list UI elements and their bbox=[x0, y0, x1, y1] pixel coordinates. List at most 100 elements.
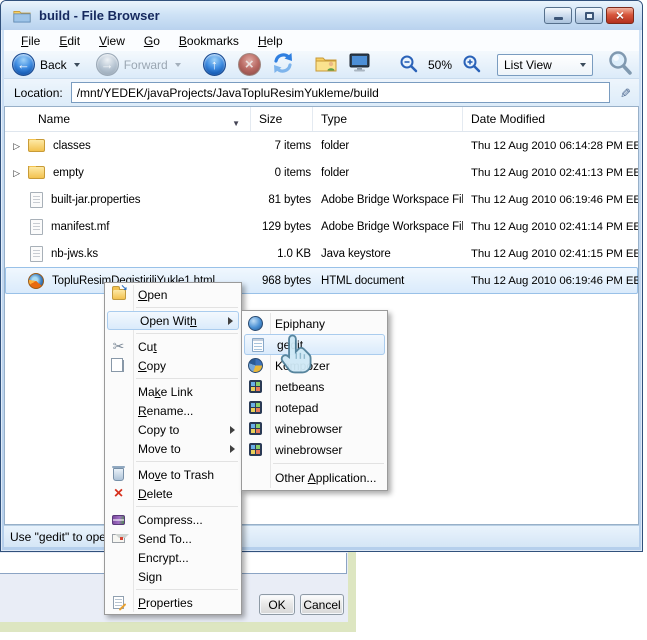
submenu-arrow-icon bbox=[228, 316, 233, 325]
back-button[interactable]: Back bbox=[12, 53, 80, 76]
menu-separator bbox=[136, 589, 238, 590]
label-mnemonic: H bbox=[257, 33, 267, 48]
ok-button[interactable]: OK bbox=[259, 594, 295, 615]
location-bar: Location: bbox=[4, 79, 639, 106]
search-icon bbox=[609, 51, 632, 75]
cancel-button[interactable]: Cancel bbox=[300, 594, 344, 615]
menu-help[interactable]: Help bbox=[249, 32, 293, 50]
label-text: opy bbox=[146, 358, 167, 373]
label-text: Epiphany bbox=[275, 316, 326, 331]
forward-dropdown-icon[interactable] bbox=[174, 62, 181, 67]
file-modified: Thu 12 Aug 2010 02:41:13 PM EEST bbox=[471, 166, 638, 179]
table-row[interactable]: nb-jws.ks 1.0 KB Java keystore Thu 12 Au… bbox=[5, 240, 638, 267]
label-mnemonic: h bbox=[190, 313, 197, 328]
computer-button[interactable] bbox=[349, 53, 373, 76]
menu-item-sign[interactable]: Sign bbox=[105, 567, 241, 586]
window-title: build - File Browser bbox=[39, 8, 160, 23]
title-bar[interactable]: build - File Browser bbox=[1, 1, 642, 30]
file-modified: Thu 12 Aug 2010 02:41:15 PM EEST bbox=[471, 247, 638, 260]
label-text: Cu bbox=[138, 339, 154, 354]
column-header-type[interactable]: Type bbox=[313, 107, 463, 131]
menu-item-copy-to[interactable]: Copy to bbox=[105, 420, 241, 439]
menu-item-delete[interactable]: Delete bbox=[105, 484, 241, 503]
back-dropdown-icon[interactable] bbox=[73, 62, 80, 67]
table-row[interactable]: manifest.mf 129 bytes Adobe Bridge Works… bbox=[5, 213, 638, 240]
delete-icon bbox=[114, 486, 123, 502]
refresh-button[interactable] bbox=[271, 52, 295, 77]
label-text: Other bbox=[275, 470, 308, 485]
file-name: built-jar.properties bbox=[51, 193, 141, 206]
zoom-out-button[interactable] bbox=[399, 54, 418, 76]
menu-item-notepad[interactable]: notepad bbox=[242, 397, 387, 418]
maximize-button[interactable] bbox=[575, 7, 603, 24]
forward-label: Forward bbox=[123, 57, 168, 72]
menu-item-open-with[interactable]: Open With bbox=[107, 311, 239, 330]
menu-item-winebrowser[interactable]: winebrowser bbox=[242, 439, 387, 460]
home-button[interactable] bbox=[315, 54, 337, 75]
label-text: Compress... bbox=[138, 512, 203, 527]
context-menu: Open Open With Cut Copy Make Link Rename… bbox=[104, 282, 242, 615]
label-mnemonic: B bbox=[178, 33, 187, 48]
menu-separator bbox=[136, 307, 238, 308]
close-button[interactable] bbox=[606, 7, 634, 24]
menu-item-encrypt[interactable]: Encrypt... bbox=[105, 548, 241, 567]
label-text: Ma bbox=[138, 384, 155, 399]
menu-item-rename[interactable]: Rename... bbox=[105, 401, 241, 420]
stop-button[interactable] bbox=[237, 53, 261, 76]
open-icon bbox=[111, 283, 128, 300]
label-text: ile bbox=[28, 33, 41, 48]
up-button[interactable] bbox=[202, 53, 226, 76]
label-text: iew bbox=[106, 33, 125, 48]
menu-go[interactable]: Go bbox=[135, 32, 170, 50]
menu-item-kompozer[interactable]: Kompozer bbox=[242, 355, 387, 376]
view-mode-select[interactable]: List View bbox=[497, 53, 593, 76]
location-edit-icon[interactable] bbox=[615, 83, 633, 103]
wine-app-icon bbox=[249, 422, 262, 435]
menu-item-epiphany[interactable]: Epiphany bbox=[242, 313, 387, 334]
status-text: Use "gedit" to open bbox=[10, 529, 113, 544]
menu-view[interactable]: View bbox=[90, 32, 135, 50]
location-input[interactable] bbox=[70, 82, 610, 103]
menu-item-move-to-trash[interactable]: Move to Trash bbox=[105, 465, 241, 484]
menu-item-copy[interactable]: Copy bbox=[105, 356, 241, 375]
menu-bookmarks[interactable]: Bookmarks bbox=[170, 32, 249, 50]
expander-icon[interactable] bbox=[9, 167, 24, 179]
table-row[interactable]: classes 7 items folder Thu 12 Aug 2010 0… bbox=[5, 132, 638, 159]
wine-app-icon bbox=[249, 443, 262, 456]
computer-icon bbox=[349, 53, 370, 72]
menu-edit[interactable]: Edit bbox=[50, 32, 90, 50]
expander-icon[interactable] bbox=[9, 140, 24, 152]
menu-item-netbeans[interactable]: netbeans bbox=[242, 376, 387, 397]
label-text: pen bbox=[147, 287, 168, 302]
menu-item-other-application[interactable]: Other Application... bbox=[242, 467, 387, 488]
menu-item-gedit[interactable]: gedit bbox=[244, 334, 385, 355]
menu-separator bbox=[136, 378, 238, 379]
gedit-icon bbox=[251, 337, 264, 352]
file-type: folder bbox=[321, 166, 350, 179]
menu-file[interactable]: File bbox=[12, 32, 50, 50]
menu-item-cut[interactable]: Cut bbox=[105, 337, 241, 356]
menu-item-make-link[interactable]: Make Link bbox=[105, 382, 241, 401]
file-size: 0 items bbox=[274, 166, 311, 179]
search-button[interactable] bbox=[607, 50, 633, 79]
zoom-out-icon bbox=[400, 55, 418, 72]
table-row[interactable]: empty 0 items folder Thu 12 Aug 2010 02:… bbox=[5, 159, 638, 186]
view-mode-dropdown-icon bbox=[580, 62, 586, 67]
menu-item-compress[interactable]: Compress... bbox=[105, 510, 241, 529]
table-row-selected[interactable]: TopluResimDegistiriliYukle1.html 968 byt… bbox=[5, 267, 638, 294]
menu-item-send-to[interactable]: Send To... bbox=[105, 529, 241, 548]
column-header-date[interactable]: Date Modified bbox=[463, 107, 638, 131]
epiphany-icon bbox=[248, 316, 263, 331]
menu-item-open[interactable]: Open bbox=[105, 283, 241, 304]
column-header-name[interactable]: Name bbox=[5, 107, 251, 131]
menu-item-properties[interactable]: Properties bbox=[105, 593, 241, 612]
menu-item-move-to[interactable]: Move to bbox=[105, 439, 241, 458]
menu-bar: File Edit View Go Bookmarks Help bbox=[4, 30, 639, 51]
table-row[interactable]: built-jar.properties 81 bytes Adobe Brid… bbox=[5, 186, 638, 213]
wine-app-icon bbox=[249, 380, 262, 393]
forward-button[interactable]: Forward bbox=[95, 53, 181, 76]
column-header-size[interactable]: Size bbox=[251, 107, 313, 131]
menu-item-winebrowser[interactable]: winebrowser bbox=[242, 418, 387, 439]
minimize-button[interactable] bbox=[544, 7, 572, 24]
zoom-in-button[interactable] bbox=[462, 54, 481, 76]
